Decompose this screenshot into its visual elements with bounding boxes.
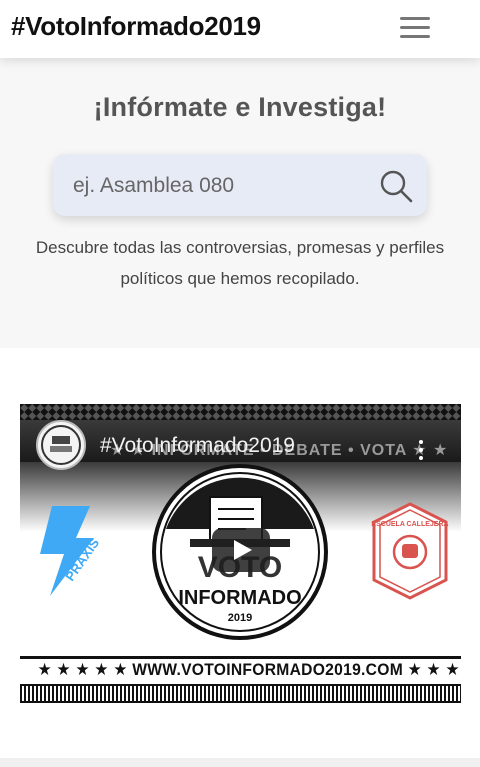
hamburger-menu-button[interactable] <box>396 14 432 42</box>
hamburger-icon-bar <box>400 26 430 29</box>
url-banner: ★ ★ ★ ★ ★ WWW.VOTOINFORMADO2019.COM ★ ★ … <box>20 656 461 684</box>
hero-description: Descubre todas las controversias, promes… <box>35 238 445 288</box>
hamburger-icon <box>400 17 430 20</box>
search-icon[interactable] <box>378 168 414 204</box>
page-footer-divider <box>0 758 480 767</box>
checker-border <box>20 404 461 420</box>
video-title[interactable]: #VotoInformado2019 <box>100 434 295 458</box>
escuela-callejera-logo: ESCUELA CALLEJERA <box>371 502 449 600</box>
search-box <box>53 154 427 218</box>
barcode-strip <box>20 684 461 703</box>
play-icon[interactable] <box>212 528 270 572</box>
more-vertical-icon[interactable] <box>416 438 426 462</box>
video-embed[interactable]: ★ ★ INFÓRMATE • DEBATE • VOTA ★ ★ #VotoI… <box>20 404 461 703</box>
hamburger-icon-bar <box>400 35 430 38</box>
url-banner-text: ★ ★ ★ ★ ★ WWW.VOTOINFORMADO2019.COM ★ ★ … <box>37 660 461 679</box>
escuela-logo-text: ESCUELA CALLEJERA <box>371 521 448 528</box>
logo-informado-text: INFORMADO <box>178 587 301 609</box>
channel-avatar[interactable] <box>36 420 86 470</box>
praxis-logo: PRAXIS <box>40 506 102 596</box>
page-title: ¡Infórmate e Investiga! <box>93 92 387 122</box>
search-input[interactable] <box>71 154 375 218</box>
brand-title[interactable]: #VotoInformado2019 <box>11 11 261 42</box>
channel-logo-icon <box>41 425 81 465</box>
logo-year-text: 2019 <box>228 612 252 624</box>
top-navbar: #VotoInformado2019 <box>0 0 480 58</box>
